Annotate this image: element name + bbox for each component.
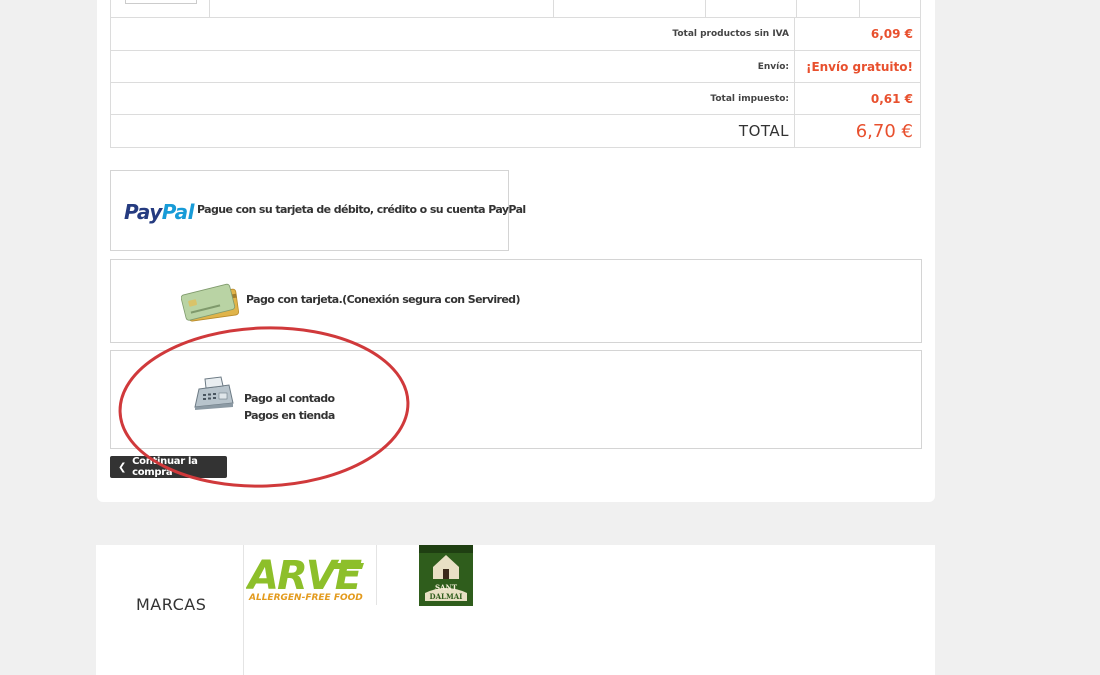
svg-text:ALLERGEN-FREE FOOD: ALLERGEN-FREE FOOD — [248, 593, 363, 603]
brands-section: MARCAS ARVE ALLERGEN-FREE FOOD SANT DALM… — [96, 545, 935, 675]
svg-text:SANT: SANT — [435, 583, 458, 592]
svg-text:DALMAI: DALMAI — [430, 592, 463, 601]
brands-title: MARCAS — [136, 595, 207, 614]
arve-brand-logo[interactable]: ARVE ALLERGEN-FREE FOOD — [246, 551, 366, 606]
sant-dalmai-brand-logo[interactable]: SANT DALMAI — [419, 545, 473, 606]
